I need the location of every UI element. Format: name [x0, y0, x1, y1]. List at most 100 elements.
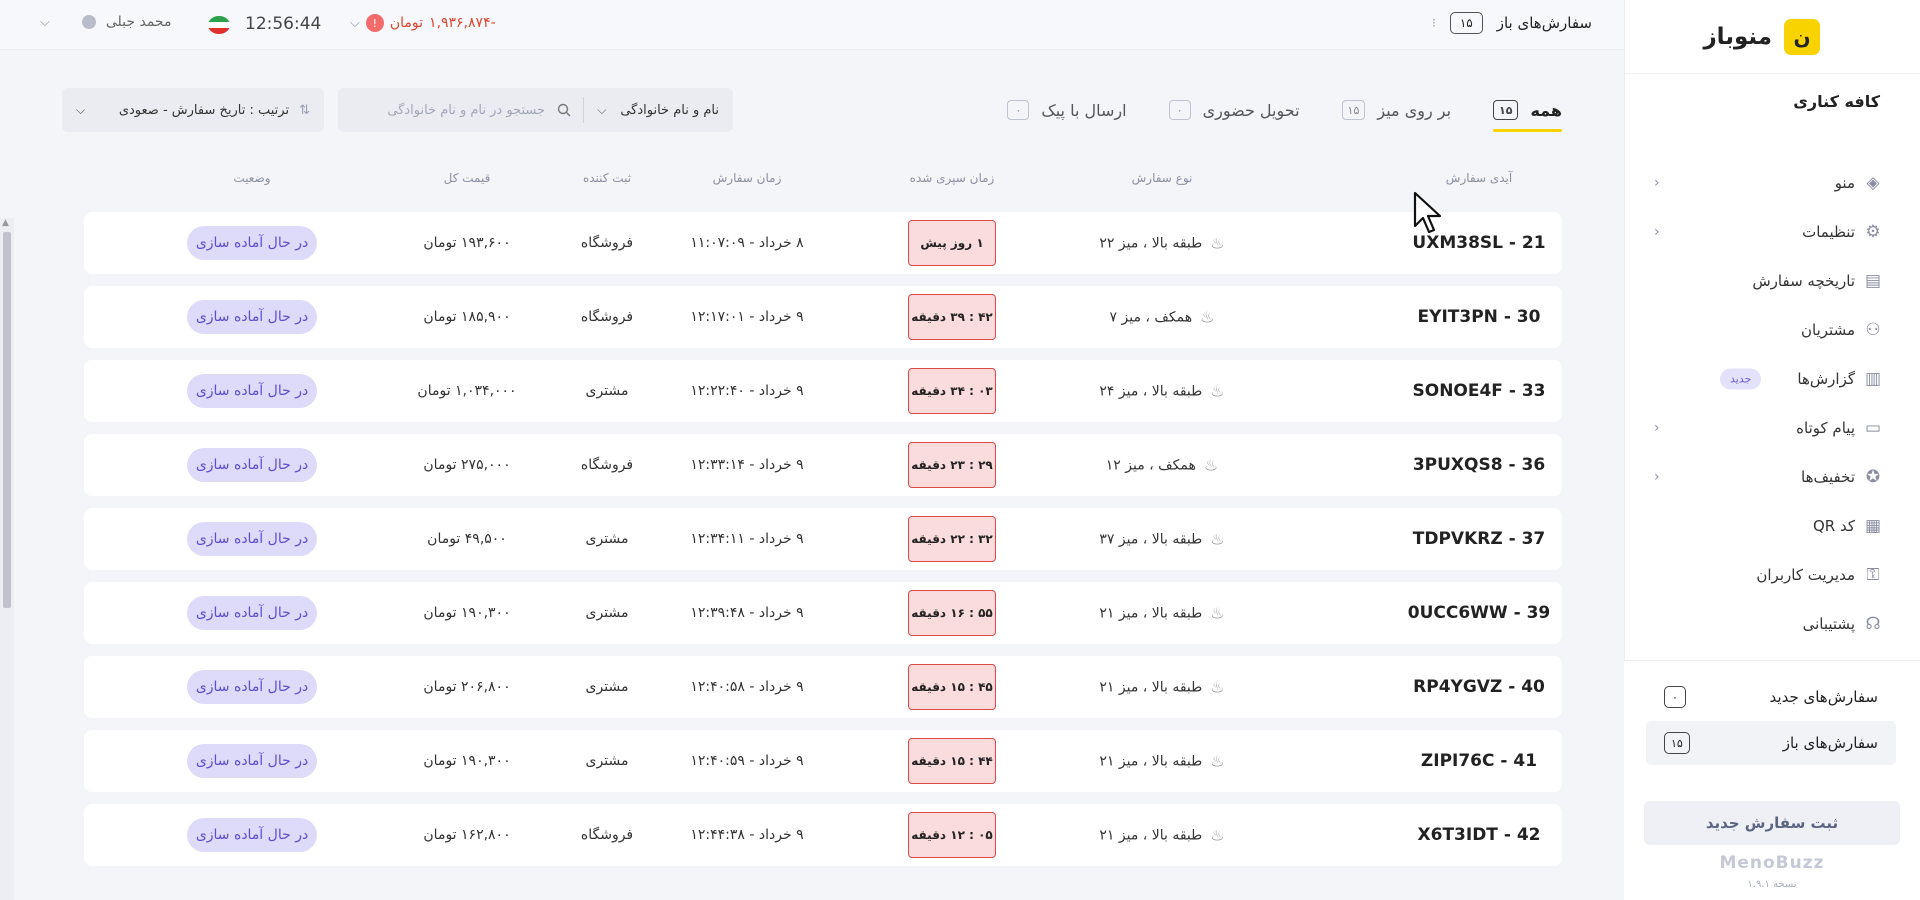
order-time: ۹ خرداد - ۱۲:۴۰:۵۸ [690, 679, 804, 695]
tab-on-table[interactable]: بر روی میز ۱۵ [1341, 90, 1451, 130]
sidebar-item-users[interactable]: ⚇ مشتریان [1624, 305, 1920, 354]
balance-value: -۱,۹۳۶,۸۷۴ [429, 15, 496, 31]
total-price: ۱۹۰,۳۰۰ تومان [423, 753, 511, 769]
table-row[interactable]: 40 - RP4YGVZ ♨ طبقه بالا ، میز ۲۱ ۹ خرداد -… [84, 656, 1562, 718]
orders-table: 21 - UXM38SL ♨ طبقه بالا ، میز ۲۲ ۸ خرداد -… [84, 212, 1562, 878]
order-type: ♨ طبقه بالا ، میز ۲۱ [1099, 678, 1224, 697]
dish-icon: ♨ [1210, 751, 1225, 771]
header-elapsed: زمان سپری شده [909, 171, 995, 185]
total-price: ۴۹,۵۰۰ تومان [427, 531, 507, 547]
table-row[interactable]: 39 - 0UCC6WW ♨ طبقه بالا ، میز ۲۱ ۹ خرداد -… [84, 582, 1562, 644]
order-time: ۹ خرداد - ۱۲:۲۲:۴۰ [690, 383, 804, 399]
table-row[interactable]: 21 - UXM38SL ♨ طبقه بالا ، میز ۲۲ ۸ خرداد -… [84, 212, 1562, 274]
sidebar-open-orders-count: ۱۵ [1664, 732, 1690, 754]
order-time: ۹ خرداد - ۱۲:۳۴:۱۱ [690, 531, 804, 547]
status-badge[interactable]: در حال آماده سازی [187, 818, 317, 852]
sidebar: ن منوباز کافه کناری ◈ منو ‹ ⚙ تنظیمات ‹ ▤ تاریخ… [1624, 0, 1920, 900]
message-icon: ▭ [1864, 417, 1882, 438]
new-badge: جدید [1720, 368, 1762, 389]
sidebar-open-orders[interactable]: سفارش‌های باز ۱۵ [1646, 721, 1896, 765]
iran-flag-icon[interactable] [208, 16, 230, 34]
table-row[interactable]: 42 - X6T3IDT ♨ طبقه بالا ، میز ۲۱ ۹ خرداد -… [84, 804, 1562, 866]
elapsed-time-badge: ۳۲ : ۲۲ دقیقه [908, 516, 996, 562]
dish-icon: ♨ [1210, 677, 1225, 697]
order-type-label: طبقه بالا ، میز ۲۲ [1099, 235, 1203, 251]
clock: 12:56:44 [245, 14, 322, 34]
scrollbar-thumb[interactable] [3, 232, 11, 608]
status-badge[interactable]: در حال آماده سازی [187, 596, 317, 630]
tab-all-count: ۱۵ [1493, 100, 1519, 120]
sidebar-item-label: کد QR [1812, 516, 1855, 535]
registrar: مشتری [585, 753, 629, 769]
sort-icon: ⇅ [299, 102, 310, 118]
user-menu[interactable]: محمد جبلی ⌵ [40, 14, 171, 30]
order-id: 41 - ZIPI76C [1420, 751, 1538, 771]
sort-select[interactable]: ⇅ ترتیب : تاریخ سفارش - صعودی ⌵ [62, 88, 324, 132]
table-row[interactable]: 33 - SONOE4F ♨ طبقه بالا ، میز ۲۴ ۹ خرداد -… [84, 360, 1562, 422]
header-order-time: زمان سفارش [712, 171, 782, 185]
sidebar-item-label: تنظیمات [1802, 222, 1855, 241]
order-type-label: طبقه بالا ، میز ۲۱ [1099, 827, 1203, 843]
sidebar-item-discount[interactable]: ✪ تخفیف‌ها ‹ [1624, 452, 1920, 501]
table-row[interactable]: 41 - ZIPI76C ♨ طبقه بالا ، میز ۲۱ ۹ خرداد -… [84, 730, 1562, 792]
dish-icon: ♨ [1210, 603, 1225, 623]
sidebar-new-orders[interactable]: سفارش‌های جدید ۰ [1646, 675, 1896, 719]
order-type-label: طبقه بالا ، میز ۲۱ [1099, 679, 1203, 695]
status-badge[interactable]: در حال آماده سازی [187, 374, 317, 408]
search-field-label: نام و نام خانوادگی [620, 102, 719, 118]
sidebar-item-gear[interactable]: ⚙ تنظیمات ‹ [1624, 207, 1920, 256]
new-order-button[interactable]: ثبت سفارش جدید [1644, 801, 1900, 845]
order-type-label: طبقه بالا ، میز ۲۴ [1099, 383, 1203, 399]
tab-pickup[interactable]: تحویل حضوری ۰ [1168, 90, 1300, 130]
scroll-up-icon[interactable]: ▲ [2, 218, 9, 228]
tab-delivery[interactable]: ارسال با پیک ۰ [1007, 90, 1127, 130]
status-badge[interactable]: در حال آماده سازی [187, 744, 317, 778]
order-type-label: طبقه بالا ، میز ۳۷ [1099, 531, 1203, 547]
sidebar-item-qr[interactable]: ▦ کد QR [1624, 501, 1920, 550]
order-type-label: همکف ، میز ۱۲ [1105, 457, 1196, 473]
registrar: فروشگاه [580, 457, 634, 473]
table-row[interactable]: 36 - 3PUXQS8 ♨ همکف ، میز ۱۲ ۹ خرداد - ۱۲:۳… [84, 434, 1562, 496]
order-type: ♨ همکف ، میز ۷ [1110, 308, 1215, 327]
registrar: فروشگاه [580, 235, 634, 251]
cafe-name: کافه کناری [1793, 92, 1880, 111]
order-type: ♨ طبقه بالا ، میز ۳۷ [1099, 530, 1224, 549]
status-badge[interactable]: در حال آماده سازی [187, 522, 317, 556]
user-icon [81, 15, 96, 29]
order-id: 21 - UXM38SL [1412, 233, 1546, 253]
sidebar-item-key[interactable]: ⚿ مدیریت کاربران [1624, 550, 1920, 599]
sidebar-item-chart[interactable]: ▥ گزارش‌ها جدید [1624, 354, 1920, 403]
order-type-label: همکف ، میز ۷ [1109, 309, 1193, 325]
topbar-open-orders-count: ۱۵ [1449, 12, 1483, 34]
tab-all[interactable]: همه ۱۵ [1493, 90, 1562, 132]
order-type: ♨ طبقه بالا ، میز ۲۴ [1099, 382, 1224, 401]
status-badge[interactable]: در حال آماده سازی [187, 448, 317, 482]
status-badge[interactable]: در حال آماده سازی [187, 670, 317, 704]
sidebar-item-headset[interactable]: ☊ پشتیبانی [1624, 599, 1920, 648]
balance-widget[interactable]: -۱,۹۳۶,۸۷۴ تومان ! ⌵ [350, 14, 496, 32]
status-badge[interactable]: در حال آماده سازی [187, 300, 317, 334]
table-row[interactable]: 37 - TDPVKRZ ♨ طبقه بالا ، میز ۳۷ ۹ خرداد -… [84, 508, 1562, 570]
elapsed-time-badge: ۰۵ : ۱۲ دقیقه [908, 812, 996, 858]
sidebar-item-label: منو [1834, 173, 1855, 192]
order-time: ۹ خرداد - ۱۲:۴۰:۵۹ [690, 753, 804, 769]
search-input[interactable]: جستجو در نام و نام خانوادگی [387, 103, 583, 118]
table-row[interactable]: 30 - EYIT3PN ♨ همکف ، میز ۷ ۹ خرداد - ۱۲:۱۷… [84, 286, 1562, 348]
key-icon: ⚿ [1866, 564, 1880, 585]
sidebar-item-document[interactable]: ▤ تاریخچه سفارش [1624, 256, 1920, 305]
status-badge[interactable]: در حال آماده سازی [187, 226, 317, 260]
sidebar-item-label: پیام کوتاه [1796, 418, 1855, 437]
sidebar-item-layers[interactable]: ◈ منو ‹ [1624, 158, 1920, 207]
tab-on-table-count: ۱۵ [1341, 100, 1366, 120]
tab-pickup-count: ۰ [1168, 100, 1191, 120]
sidebar-item-message[interactable]: ▭ پیام کوتاه ‹ [1624, 403, 1920, 452]
brand-logo: MenoBuzz [1719, 853, 1825, 873]
elapsed-time-badge: ۲۹ : ۲۳ دقیقه [908, 442, 996, 488]
topbar-open-orders[interactable]: سفارش‌های باز ۱۵ ⁝ [1432, 12, 1592, 34]
scrollbar[interactable]: ▲ [0, 218, 14, 900]
balance-unit: تومان [389, 15, 424, 31]
logo[interactable]: ن منوباز [1625, 0, 1920, 74]
search-field-select[interactable]: نام و نام خانوادگی ⌵ [583, 97, 733, 123]
order-type: ♨ طبقه بالا ، میز ۲۱ [1099, 752, 1224, 771]
chevron-down-icon: ⌵ [76, 102, 86, 117]
